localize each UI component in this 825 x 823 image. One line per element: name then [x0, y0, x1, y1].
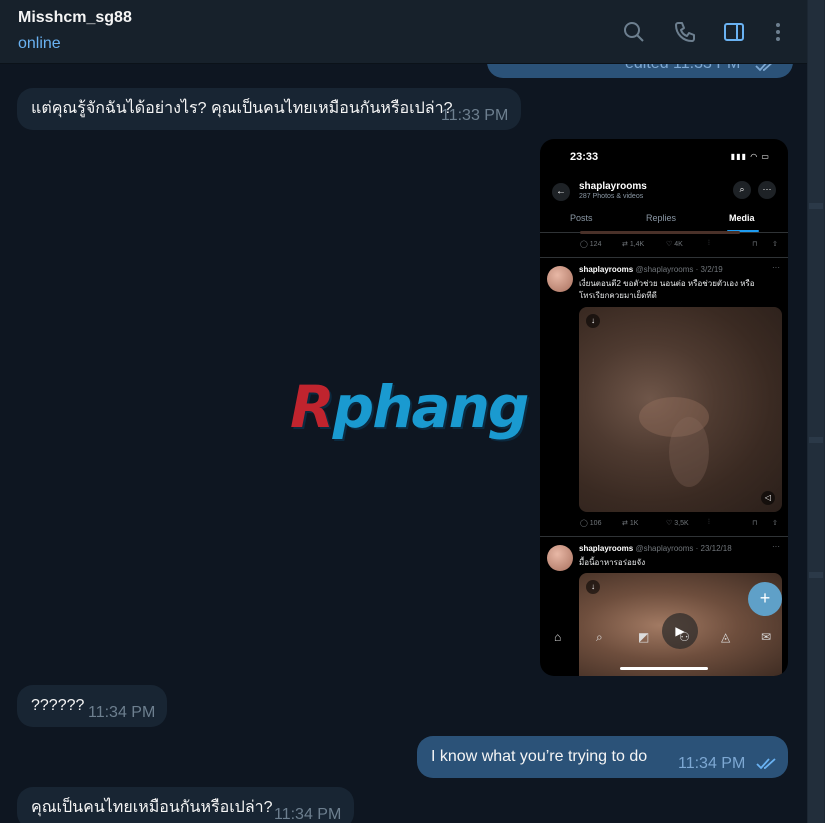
media-edge [580, 231, 740, 234]
read-check-icon [756, 757, 778, 771]
scroll-marker [809, 437, 823, 443]
post-stats: ◯ 106 ⇄ 1K ♡ 3,5K ⫶ ⊓ ⇧ [540, 517, 788, 531]
message-bubble-incoming[interactable]: ?????? 11:34 PM [17, 685, 167, 727]
post-stats: ◯ 124 ⇄ 1,4K ♡ 4K ⫶ ⊓ ⇧ [540, 238, 788, 252]
share-icon: ⇧ [772, 241, 778, 248]
scroll-marker [809, 572, 823, 578]
avatar [547, 545, 573, 571]
like-count: ♡ 4K [666, 241, 683, 248]
reply-count: ◯ 124 [580, 241, 602, 248]
message-text: ?????? [31, 697, 85, 714]
post-text-line: มื้อนี้อาหารอร่อยจัง [579, 558, 646, 567]
message-text: I know what you’re trying to do [431, 748, 648, 765]
reply-count: ◯ 106 [580, 520, 602, 527]
mute-icon: ◁ [761, 491, 775, 505]
repost-count: ⇄ 1K [622, 520, 639, 527]
avatar [547, 266, 573, 292]
messages-icon: ✉ [761, 630, 772, 644]
chat-status: online [18, 35, 61, 52]
post-video-thumbnail [579, 307, 782, 512]
message-time: 11:34 PM [88, 704, 156, 721]
tab-media: Media [729, 213, 755, 223]
profile-tabs: Posts Replies Media [540, 205, 788, 233]
more-horizontal-icon: ··· [772, 542, 780, 551]
message-text: แต่คุณรู้จักฉันได้อย่างไร? คุณเป็นคนไทยเ… [31, 100, 453, 117]
message-bubble-incoming[interactable]: แต่คุณรู้จักฉันได้อย่างไร? คุณเป็นคนไทยเ… [17, 88, 521, 130]
message-bubble-incoming[interactable]: คุณเป็นคนไทยเหมือนกันหรือเปล่า? 11:34 PM [17, 787, 354, 823]
search-icon[interactable] [622, 20, 646, 44]
phone-icon[interactable] [673, 20, 697, 44]
post-separator [540, 257, 788, 258]
download-icon: ↓ [586, 314, 600, 328]
more-vertical-icon[interactable] [766, 20, 790, 44]
share-icon: ⇧ [772, 520, 778, 527]
chat-title[interactable]: Misshcm_sg88 [18, 9, 132, 27]
message-bubble-outgoing[interactable]: I know what you’re trying to do 11:34 PM [417, 736, 788, 778]
image-attachment-screenshot[interactable]: 23:33 ▮▮▮ ◠ ▭ ← shaplayrooms 287 Photos … [540, 139, 788, 676]
search-icon: ⌕ [733, 181, 751, 199]
chat-header-bg: Misshcm_sg88 online [0, 0, 807, 64]
back-arrow-icon: ← [552, 183, 570, 201]
post-text-line: โทรเรียกควยมาเย็ดทีดี [579, 291, 657, 300]
post-separator [540, 536, 788, 537]
grok-icon: ◩ [638, 630, 650, 644]
tab-posts: Posts [570, 213, 593, 223]
home-icon: ⌂ [554, 630, 562, 644]
views-icon: ⫶ [708, 519, 710, 526]
search-icon: ⌕ [596, 630, 603, 644]
tab-replies: Replies [646, 213, 677, 223]
phone-status-time: 23:33 [570, 151, 599, 163]
more-horizontal-icon: ··· [758, 181, 776, 199]
download-icon: ↓ [586, 580, 600, 594]
profile-name: shaplayrooms [579, 181, 647, 192]
profile-subtitle: 287 Photos & videos [579, 193, 644, 200]
message-time: 11:33 PM [441, 107, 509, 124]
post-author: shaplayrooms @shaplayrooms · 23/12/18 [579, 544, 732, 553]
phone-status-icons: ▮▮▮ ◠ ▭ [730, 152, 770, 161]
views-icon: ⫶ [708, 240, 710, 247]
more-horizontal-icon: ··· [772, 263, 780, 272]
sidebar-toggle-icon[interactable] [722, 20, 746, 44]
scrollbar-thumb[interactable] [808, 0, 824, 823]
notifications-icon: ◬ [721, 630, 731, 644]
message-text: คุณเป็นคนไทยเหมือนกันหรือเปล่า? [31, 799, 273, 816]
watermark-logo: Rphang [290, 373, 529, 441]
bookmark-icon: ⊓ [752, 241, 758, 248]
compose-plus-icon: + [748, 582, 782, 616]
home-indicator [620, 667, 708, 670]
message-time: 11:34 PM [678, 755, 746, 772]
scroll-marker [809, 203, 823, 209]
like-count: ♡ 3,5K [666, 520, 689, 527]
repost-count: ⇄ 1,4K [622, 241, 645, 248]
message-time: 11:34 PM [274, 806, 342, 823]
bookmark-icon: ⊓ [752, 520, 758, 527]
post-author: shaplayrooms @shaplayrooms · 3/2/19 [579, 265, 723, 274]
post-text-line: เงี่ยนตอนตี2 ขอตัวช่วย นอนต่อ หรือช่วยตั… [579, 279, 755, 288]
communities-icon: ⚇ [679, 630, 690, 644]
